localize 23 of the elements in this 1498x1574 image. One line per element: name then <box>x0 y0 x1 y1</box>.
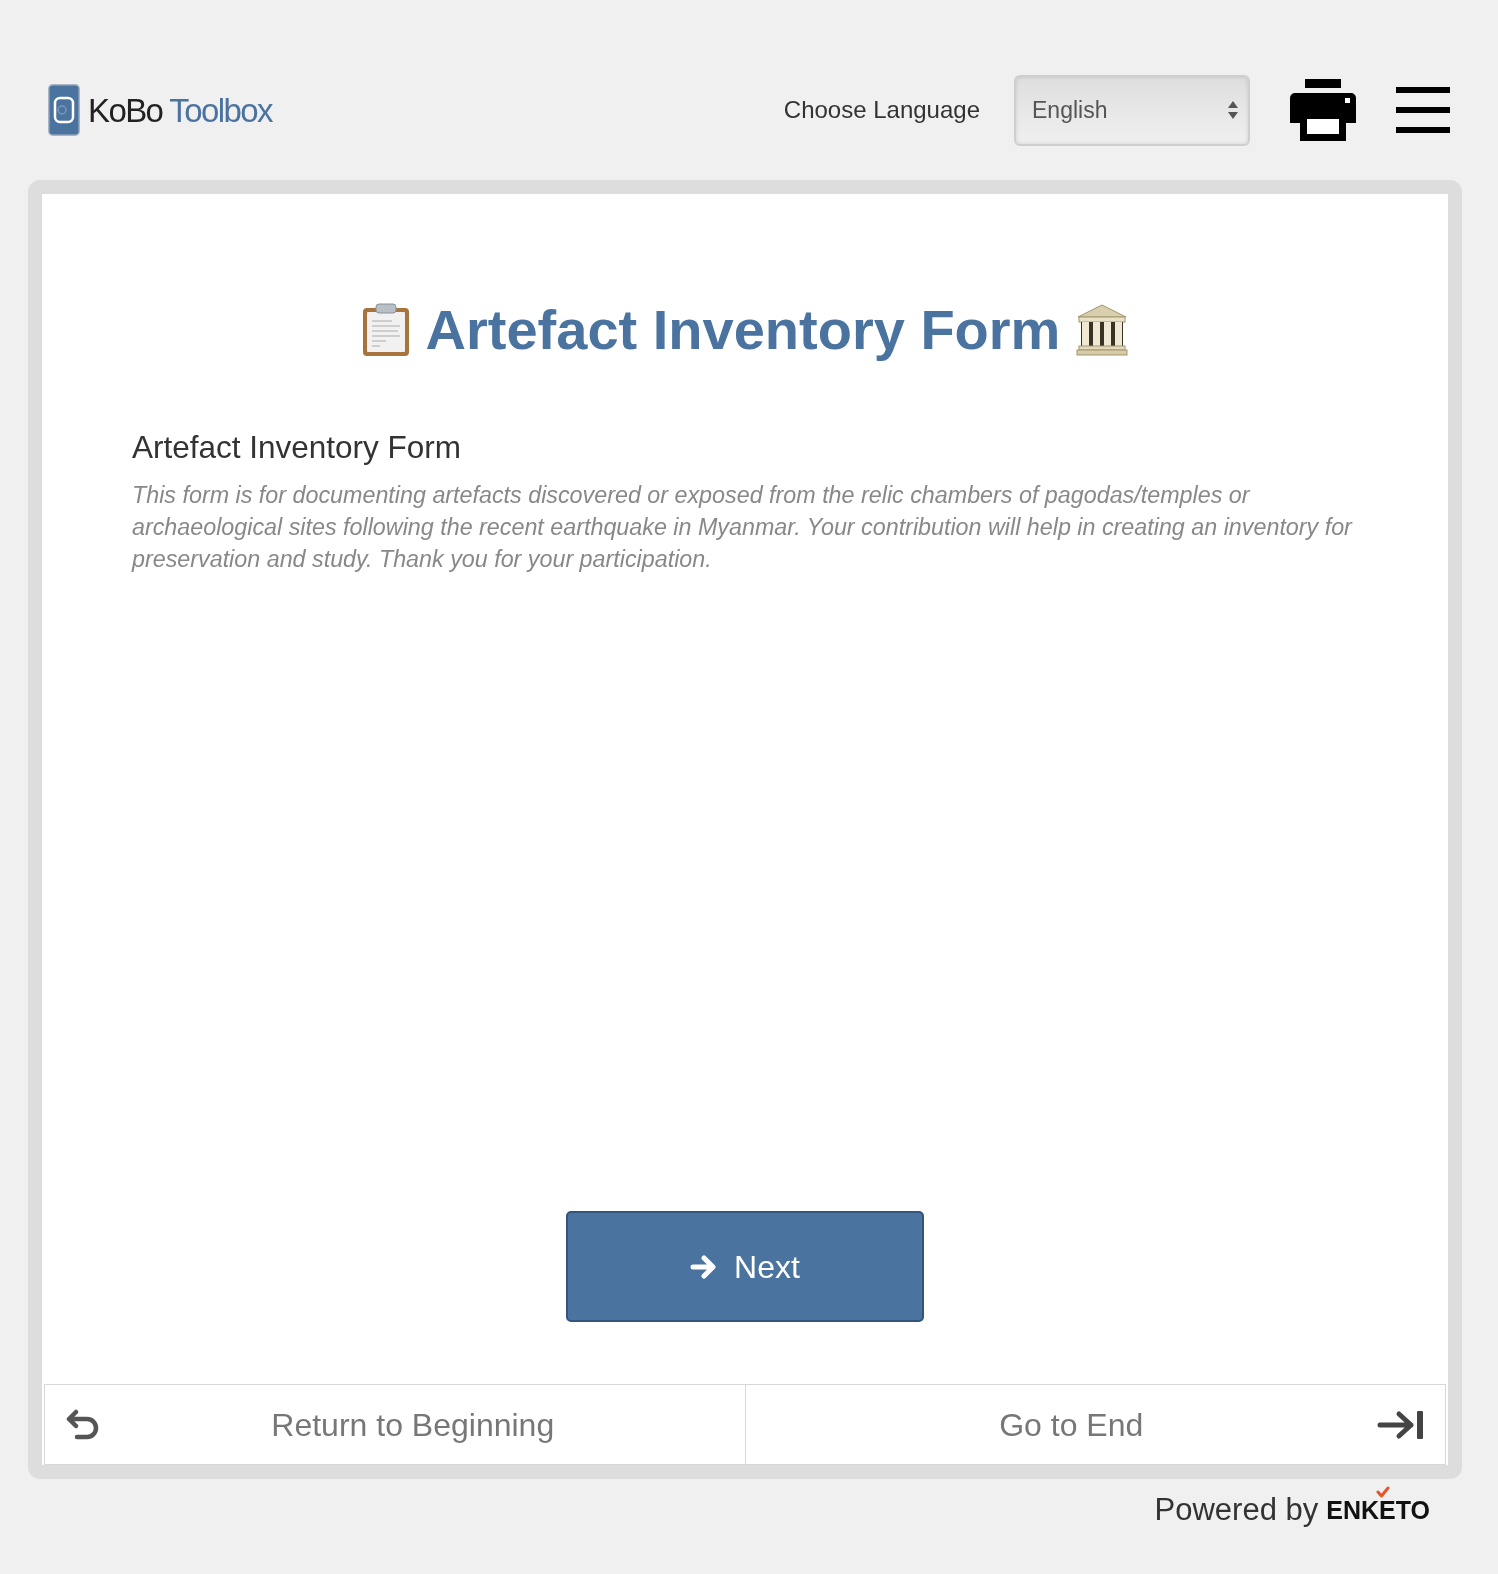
undo-arrow-icon <box>65 1408 101 1441</box>
arrow-to-end-icon <box>1377 1408 1425 1441</box>
powered-by-text: Powered by <box>1154 1491 1319 1529</box>
form-title: Artefact Inventory Form <box>425 297 1061 363</box>
arrow-right-icon <box>690 1252 719 1281</box>
logo-text: KoBo Toolbox <box>88 93 272 127</box>
phone-logo-icon <box>48 84 80 136</box>
sort-arrows-icon <box>1228 100 1238 120</box>
enketo-logo-text: ENKETO <box>1326 1495 1430 1524</box>
next-button[interactable]: Next <box>566 1211 924 1322</box>
check-mark-icon <box>1376 1485 1391 1498</box>
form-description: This form is for documenting artefacts discovered or exposed from the relic chambers of pagodas/temples or archaeological sites following the recent earthquake in Myanmar. Your contribution will help in creating an inventory for preservation and study. Thank you for your participation. <box>132 481 1354 574</box>
menu-button[interactable] <box>1396 87 1450 133</box>
language-select[interactable]: English <box>1014 74 1250 146</box>
clipboard-icon <box>361 302 410 357</box>
go-to-end-button[interactable]: Go to End <box>745 1384 1446 1465</box>
classical-building-icon <box>1076 303 1129 356</box>
return-to-beginning-button[interactable]: Return to Beginning <box>44 1384 746 1465</box>
form-heading: Artefact Inventory Form <box>132 429 463 467</box>
printer-icon <box>1290 79 1356 141</box>
print-button[interactable] <box>1290 79 1356 141</box>
language-label: Choose Language <box>783 95 980 125</box>
menu-icon <box>1396 87 1450 133</box>
